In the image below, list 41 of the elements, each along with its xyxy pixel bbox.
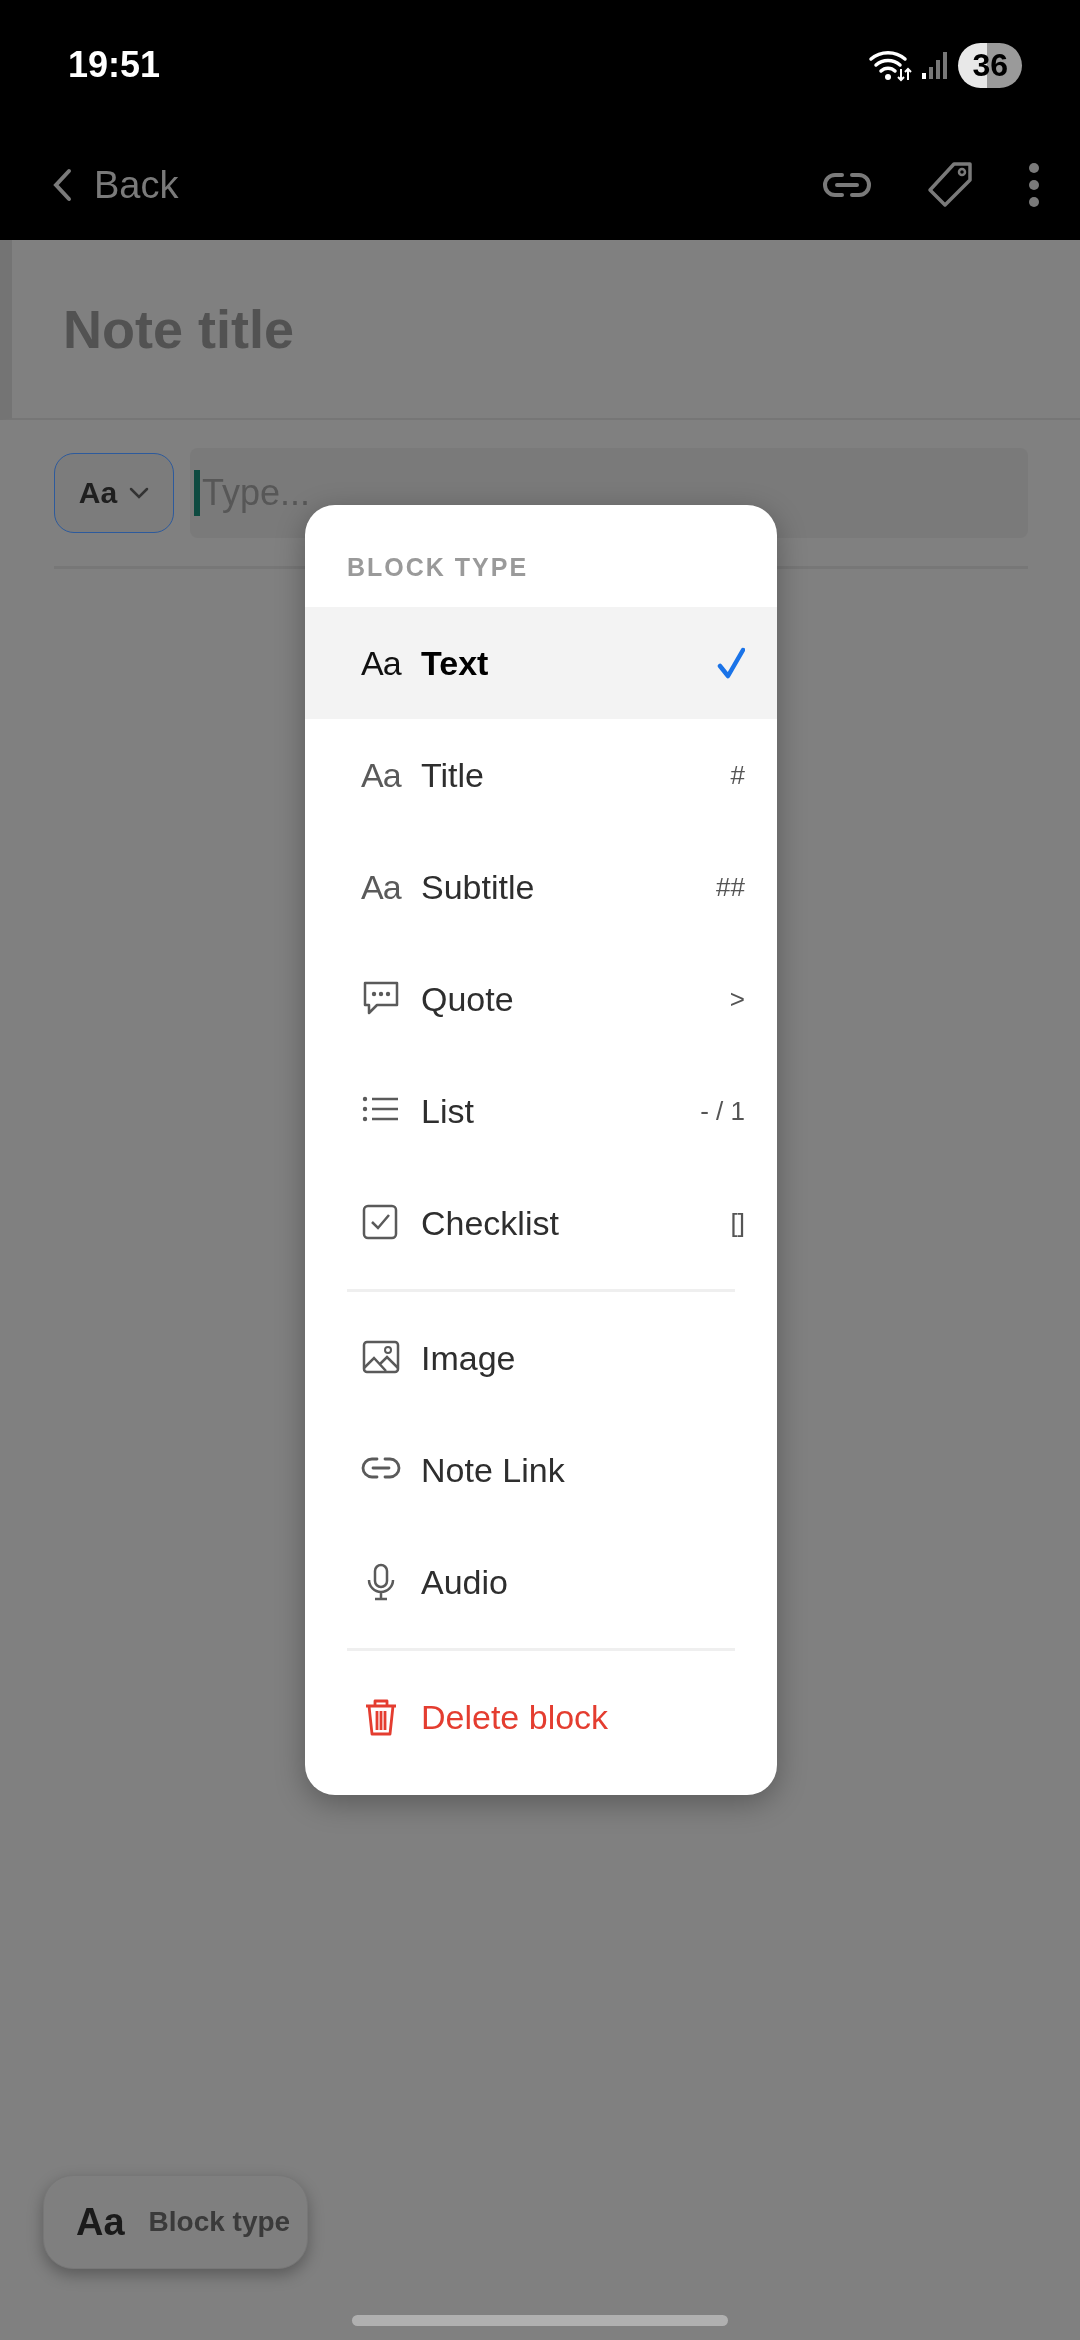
menu-item-label: Text [421, 643, 489, 683]
checkmark-icon [717, 647, 745, 679]
more-options-icon[interactable] [1028, 162, 1040, 208]
menu-item[interactable]: Note Link [305, 1414, 777, 1526]
menu-item[interactable]: Quote > [305, 943, 777, 1055]
shortcut-hint: > [729, 983, 745, 1015]
menu-item[interactable]: Image [305, 1302, 777, 1414]
clock-time: 19:51 [68, 44, 161, 86]
shortcut-hint: ## [716, 871, 745, 903]
back-button[interactable]: Back [52, 163, 179, 207]
menu-item[interactable]: Audio [305, 1526, 777, 1638]
menu-item[interactable]: Aa Text [305, 607, 777, 719]
block-type-button[interactable]: Aa Block type [43, 2175, 308, 2269]
tag-icon[interactable] [926, 161, 974, 209]
menu-header: BLOCK TYPE [346, 552, 530, 583]
block-type-button[interactable]: Aa [54, 453, 174, 533]
text-style-icon: Aa [361, 755, 403, 795]
link-icon[interactable] [822, 170, 872, 200]
menu-item-label: Subtitle [421, 867, 535, 907]
shortcut-hint: # [730, 759, 745, 791]
shortcut-hint: [] [730, 1207, 745, 1239]
menu-item-label: Title [421, 755, 484, 795]
text-style-icon: Aa [361, 867, 403, 907]
menu-item[interactable]: Delete block [305, 1661, 777, 1773]
menu-item-label: List [421, 1091, 474, 1131]
menu-item-label: Checklist [421, 1203, 559, 1243]
menu-item[interactable]: Aa Subtitle ## [305, 831, 777, 943]
chevron-down-icon [129, 487, 150, 499]
menu-item-label: Audio [421, 1562, 508, 1602]
menu-item-label: Quote [421, 979, 514, 1019]
text-style-icon: Aa [76, 2200, 125, 2244]
chevron-left-icon [52, 168, 72, 202]
menu-item[interactable]: List - / 1 [305, 1055, 777, 1167]
shortcut-hint: - / 1 [700, 1095, 745, 1127]
menu-item[interactable]: Aa Title # [305, 719, 777, 831]
text-style-icon: Aa [361, 643, 403, 683]
menu-item-label: Image [421, 1338, 516, 1378]
menu-item[interactable]: Checklist [] [305, 1167, 777, 1279]
menu-item-label: Note Link [421, 1450, 565, 1490]
menu-item-label: Delete block [421, 1697, 609, 1737]
battery-level: 36 [958, 42, 1022, 88]
